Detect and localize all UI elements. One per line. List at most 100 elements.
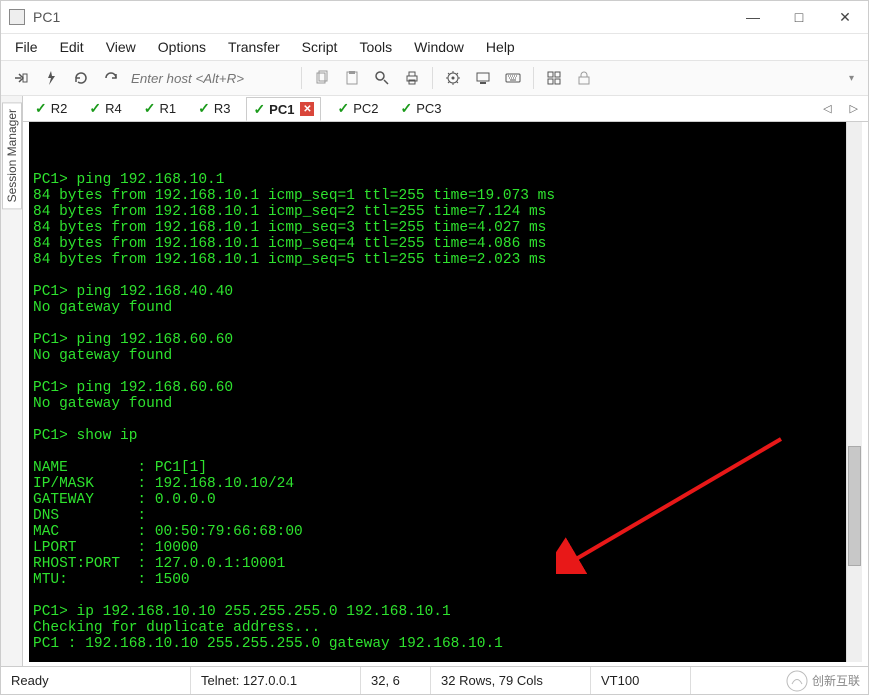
tab-label: R2 xyxy=(51,101,68,116)
toolbar: ▾ xyxy=(1,60,868,96)
statusbar: Ready Telnet: 127.0.0.1 32, 6 32 Rows, 7… xyxy=(1,666,868,694)
status-connection: Telnet: 127.0.0.1 xyxy=(191,667,361,694)
tabstrip-scroll-right[interactable]: ▷ xyxy=(846,102,862,115)
status-dimensions: 32 Rows, 79 Cols xyxy=(431,667,591,694)
app-icon xyxy=(9,9,25,25)
watermark-logo: 创新互联 xyxy=(691,670,868,692)
terminal-line xyxy=(33,364,842,380)
copy-icon[interactable] xyxy=(312,68,332,88)
session-manager-tab[interactable]: Session Manager xyxy=(2,102,22,209)
status-termtype: VT100 xyxy=(591,667,691,694)
terminal-line xyxy=(33,652,842,662)
terminal-line xyxy=(33,412,842,428)
window-title: PC1 xyxy=(33,9,60,25)
terminal-line: IP/MASK : 192.168.10.10/24 xyxy=(33,476,842,492)
session-tab-pc2[interactable]: ✓ PC2 xyxy=(331,97,384,121)
terminal-line: PC1 : 192.168.10.10 255.255.255.0 gatewa… xyxy=(33,636,842,652)
tab-label: PC3 xyxy=(416,101,441,116)
terminal-scrollbar[interactable] xyxy=(846,122,862,662)
menu-script[interactable]: Script xyxy=(302,39,338,55)
terminal-line: RHOST:PORT : 127.0.0.1:10001 xyxy=(33,556,842,572)
tab-close-icon[interactable]: ✕ xyxy=(300,102,314,116)
titlebar: PC1 — □ ✕ xyxy=(1,1,868,33)
terminal-line: Checking for duplicate address... xyxy=(33,620,842,636)
session-options-icon[interactable] xyxy=(473,68,493,88)
menu-transfer[interactable]: Transfer xyxy=(228,39,280,55)
menu-view[interactable]: View xyxy=(106,39,136,55)
check-icon: ✓ xyxy=(337,100,349,117)
terminal-line: GATEWAY : 0.0.0.0 xyxy=(33,492,842,508)
print-icon[interactable] xyxy=(402,68,422,88)
check-icon: ✓ xyxy=(89,100,101,117)
terminal-line: No gateway found xyxy=(33,396,842,412)
check-icon: ✓ xyxy=(401,100,413,117)
tab-label: PC2 xyxy=(353,101,378,116)
terminal-line: PC1> ping 192.168.10.1 xyxy=(33,172,842,188)
find-icon[interactable] xyxy=(372,68,392,88)
menu-edit[interactable]: Edit xyxy=(60,39,84,55)
tab-label: R4 xyxy=(105,101,122,116)
session-tab-r2[interactable]: ✓ R2 xyxy=(29,97,73,121)
menu-tools[interactable]: Tools xyxy=(359,39,392,55)
terminal-line: MTU: : 1500 xyxy=(33,572,842,588)
terminal-line: 84 bytes from 192.168.10.1 icmp_seq=2 tt… xyxy=(33,204,842,220)
terminal-line: 84 bytes from 192.168.10.1 icmp_seq=1 tt… xyxy=(33,188,842,204)
terminal-line: DNS : xyxy=(33,508,842,524)
connect-icon[interactable] xyxy=(11,68,31,88)
terminal-pane: PC1> ping 192.168.10.184 bytes from 192.… xyxy=(23,122,868,666)
terminal-line: 84 bytes from 192.168.10.1 icmp_seq=3 tt… xyxy=(33,220,842,236)
tile-icon[interactable] xyxy=(544,68,564,88)
keymap-icon[interactable] xyxy=(503,68,523,88)
check-icon: ✓ xyxy=(35,100,47,117)
menu-window[interactable]: Window xyxy=(414,39,464,55)
tab-label: R1 xyxy=(159,101,176,116)
menubar: File Edit View Options Transfer Script T… xyxy=(1,34,868,60)
terminal-line xyxy=(33,316,842,332)
session-tab-r3[interactable]: ✓R3 xyxy=(192,97,236,121)
terminal-line: PC1> ip 192.168.10.10 255.255.255.0 192.… xyxy=(33,604,842,620)
menu-file[interactable]: File xyxy=(15,39,38,55)
reconnect-icon[interactable] xyxy=(71,68,91,88)
terminal-line: 84 bytes from 192.168.10.1 icmp_seq=5 tt… xyxy=(33,252,842,268)
lock-icon[interactable] xyxy=(574,68,594,88)
terminal-line xyxy=(33,268,842,284)
tab-label: PC1 xyxy=(269,102,294,117)
tab-label: R3 xyxy=(214,101,231,116)
check-icon: ✓ xyxy=(253,101,265,118)
close-button[interactable]: ✕ xyxy=(822,1,868,33)
quick-connect-icon[interactable] xyxy=(41,68,61,88)
terminal-line: No gateway found xyxy=(33,300,842,316)
toolbar-overflow-icon[interactable]: ▾ xyxy=(845,73,858,84)
session-tabstrip: ✓R2✓R4✓R1✓R3✓PC1✕✓PC2✓PC3 ◁ ▷ xyxy=(23,96,868,122)
terminal-line: PC1> ping 192.168.60.60 xyxy=(33,380,842,396)
terminal[interactable]: PC1> ping 192.168.10.184 bytes from 192.… xyxy=(29,122,846,662)
session-tab-r4[interactable]: ✓ R4 xyxy=(83,97,127,121)
terminal-line: PC1> ping 192.168.40.40 xyxy=(33,284,842,300)
status-ready: Ready xyxy=(1,667,191,694)
terminal-line: LPORT : 10000 xyxy=(33,540,842,556)
paste-icon[interactable] xyxy=(342,68,362,88)
menu-help[interactable]: Help xyxy=(486,39,515,55)
session-tab-pc3[interactable]: ✓PC3 xyxy=(395,97,448,121)
menu-options[interactable]: Options xyxy=(158,39,206,55)
session-tab-r1[interactable]: ✓R1 xyxy=(138,97,182,121)
terminal-line: PC1> ping 192.168.60.60 xyxy=(33,332,842,348)
session-tab-pc1[interactable]: ✓ PC1 ✕ xyxy=(246,97,321,121)
tabstrip-scroll-left[interactable]: ◁ xyxy=(819,102,835,115)
check-icon: ✓ xyxy=(144,100,156,117)
disconnect-icon[interactable] xyxy=(101,68,121,88)
terminal-line xyxy=(33,444,842,460)
status-cursor: 32, 6 xyxy=(361,667,431,694)
maximize-button[interactable]: □ xyxy=(776,1,822,33)
terminal-line: No gateway found xyxy=(33,348,842,364)
terminal-line: PC1> show ip xyxy=(33,428,842,444)
session-manager-sidebar: Session Manager xyxy=(1,96,23,666)
minimize-button[interactable]: — xyxy=(730,1,776,33)
options-icon[interactable] xyxy=(443,68,463,88)
host-input[interactable] xyxy=(131,67,291,89)
terminal-line: MAC : 00:50:79:66:68:00 xyxy=(33,524,842,540)
scrollbar-thumb[interactable] xyxy=(848,446,861,566)
terminal-line: NAME : PC1[1] xyxy=(33,460,842,476)
terminal-line: 84 bytes from 192.168.10.1 icmp_seq=4 tt… xyxy=(33,236,842,252)
main-area: Session Manager ✓R2✓R4✓R1✓R3✓PC1✕✓PC2✓PC… xyxy=(1,96,868,666)
